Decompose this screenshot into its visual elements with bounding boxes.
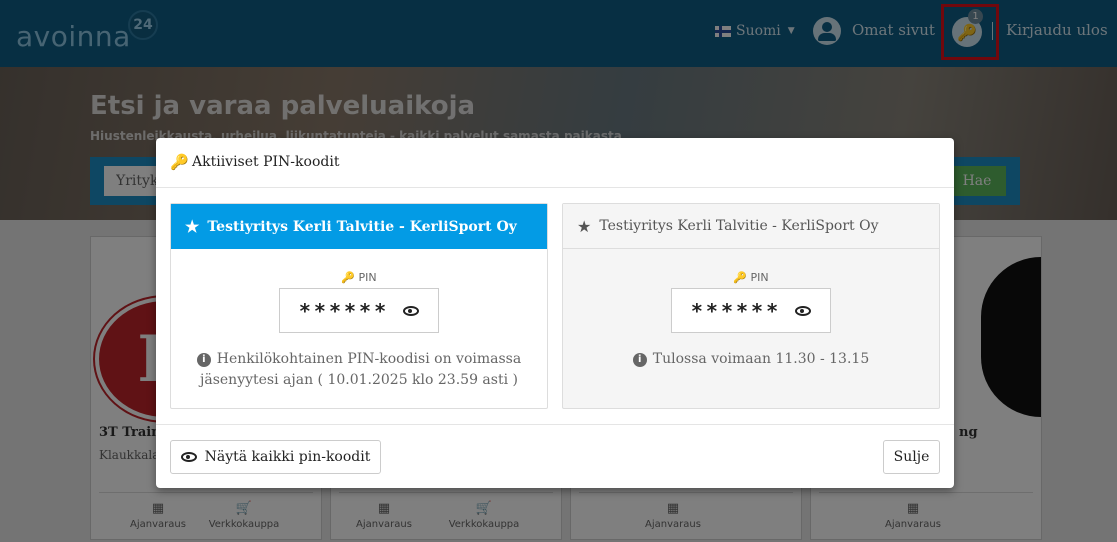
panel-company: Testiyritys Kerli Talvitie - KerliSport … [599,218,879,234]
pin-info: i Tulossa voimaan 11.30 - 13.15 [573,349,929,370]
panel-header: ★ Testiyritys Kerli Talvitie - KerliSpor… [171,204,547,249]
key-icon: 🔑 [341,271,356,284]
close-button[interactable]: Sulje [883,440,940,474]
eye-icon [180,452,197,462]
modal-footer-divider [156,424,954,425]
star-icon: ★ [185,217,200,236]
pin-masked: ****** [298,298,390,323]
modal-title: Aktiiviset PIN-koodit [192,154,340,170]
eye-icon[interactable] [403,305,420,316]
pin-field: ****** [279,288,439,333]
panel-header: ★ Testiyritys Kerli Talvitie - KerliSpor… [563,204,939,249]
pin-codes-modal: 🔑 Aktiiviset PIN-koodit ★ Testiyritys Ke… [156,138,954,488]
key-icon: 🔑 [170,153,189,171]
eye-icon[interactable] [795,305,812,316]
modal-header: 🔑 Aktiiviset PIN-koodit [156,138,954,188]
pin-panel-active: ★ Testiyritys Kerli Talvitie - KerliSpor… [170,203,548,409]
pin-info: i Henkilökohtainen PIN-koodisi on voimass… [181,349,537,391]
panel-company: Testiyritys Kerli Talvitie - KerliSport … [207,218,517,235]
info-icon: i [196,353,211,367]
pin-label: 🔑 PIN [733,271,769,284]
pin-label: 🔑 PIN [341,271,377,284]
show-all-pins-button[interactable]: Näytä kaikki pin-koodit [170,440,381,474]
pin-field: ****** [671,288,831,333]
info-icon: i [632,353,647,367]
pin-panel-upcoming: ★ Testiyritys Kerli Talvitie - KerliSpor… [562,203,940,409]
key-icon: 🔑 [733,271,748,284]
pin-masked: ****** [690,298,782,323]
star-icon: ★ [577,216,592,236]
